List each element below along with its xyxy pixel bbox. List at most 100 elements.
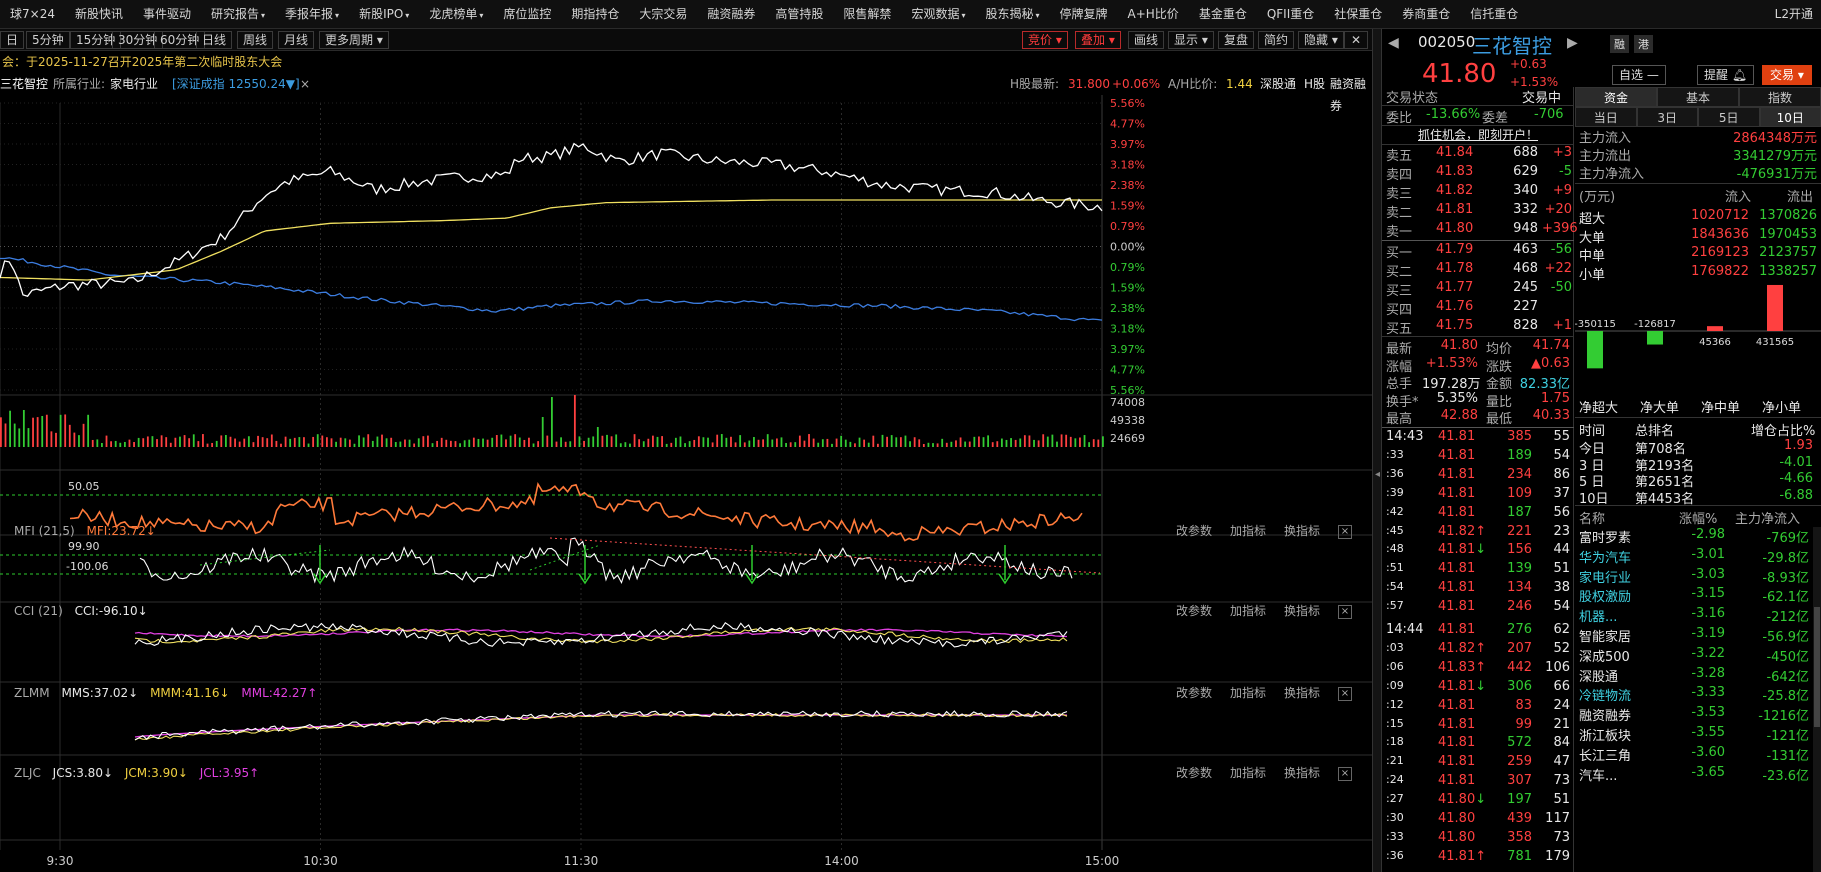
- fund-day-tab-3[interactable]: 10日: [1759, 107, 1821, 127]
- switch-indicator-button[interactable]: 换指标: [1284, 524, 1320, 538]
- close-icon[interactable]: ×: [1338, 524, 1352, 539]
- fund-day-tab-2[interactable]: 5日: [1698, 107, 1760, 127]
- l2-open-button[interactable]: L2开通: [1775, 0, 1813, 29]
- modify-params-button[interactable]: 改参数: [1176, 766, 1212, 780]
- period-more-button[interactable]: 更多周期 ▾: [319, 31, 389, 49]
- watchlist-button[interactable]: 自选 —: [1612, 65, 1666, 85]
- nav-item-18[interactable]: QFII重仓: [1257, 0, 1324, 29]
- nav-item-0[interactable]: 球7×24: [0, 0, 65, 29]
- close-icon[interactable]: ×: [300, 73, 310, 95]
- close-icon[interactable]: ×: [1338, 604, 1352, 619]
- modify-params-button[interactable]: 改参数: [1176, 524, 1212, 538]
- trade-button[interactable]: 交易 ▾: [1762, 65, 1812, 85]
- add-indicator-button[interactable]: 加指标: [1230, 604, 1266, 618]
- index-overlay[interactable]: [深证成指 12550.24▼]: [172, 73, 300, 95]
- add-indicator-button[interactable]: 加指标: [1230, 766, 1266, 780]
- buy-row-price[interactable]: 41.76: [1436, 299, 1473, 314]
- fund-day-tab-0[interactable]: 当日: [1575, 107, 1637, 127]
- nav-item-2[interactable]: 事件驱动: [133, 0, 201, 29]
- panel-splitter[interactable]: ◂: [1372, 29, 1382, 872]
- sell-row-change: +396: [1542, 221, 1578, 236]
- nav-item-12[interactable]: 限售解禁: [833, 0, 901, 29]
- sector-name[interactable]: 股权激励: [1579, 586, 1631, 605]
- add-indicator-button[interactable]: 加指标: [1230, 524, 1266, 538]
- sz-connect-link[interactable]: 深股通: [1260, 73, 1296, 95]
- nav-item-13[interactable]: 宏观数据 ▾: [901, 0, 975, 29]
- modify-params-button[interactable]: 改参数: [1176, 604, 1212, 618]
- nav-item-10[interactable]: 融资融券: [697, 0, 765, 29]
- overlay-button[interactable]: 叠加 ▾: [1075, 31, 1121, 49]
- intraday-chart[interactable]: 5.56% 4.77% 3.97% 3.18% 2.38% 1.59% 0.79% 0.00%…: [0, 95, 1372, 872]
- remind-button[interactable]: 提醒 🔔︎: [1697, 65, 1755, 85]
- sell-row-price[interactable]: 41.80: [1436, 221, 1473, 236]
- sector-name[interactable]: 冷链物流: [1579, 685, 1631, 704]
- modify-params-button[interactable]: 改参数: [1176, 686, 1212, 700]
- sector-name[interactable]: 华为汽车: [1579, 547, 1631, 566]
- close-icon[interactable]: ×: [1338, 766, 1352, 781]
- fund-tab-1[interactable]: 基本: [1657, 87, 1739, 107]
- open-account-ad[interactable]: 抓住机会，即刻开户！: [1418, 126, 1538, 143]
- buy-row-price[interactable]: 41.79: [1436, 242, 1473, 257]
- nav-item-17[interactable]: 基金重仓: [1189, 0, 1257, 29]
- h-share-link[interactable]: H股: [1304, 73, 1325, 95]
- nav-item-7[interactable]: 席位监控: [493, 0, 561, 29]
- nav-item-5[interactable]: 新股IPO ▾: [349, 0, 419, 29]
- sector-name[interactable]: 深股通: [1579, 666, 1618, 685]
- buy-row-price[interactable]: 41.78: [1436, 261, 1473, 276]
- prev-stock-icon[interactable]: ◀: [1388, 35, 1399, 51]
- close-icon[interactable]: ×: [1338, 686, 1352, 701]
- nav-item-15[interactable]: 停牌复牌: [1050, 0, 1118, 29]
- sell-row-price[interactable]: 41.82: [1436, 183, 1473, 198]
- simple-button[interactable]: 简约: [1258, 31, 1295, 49]
- period-day-prefix[interactable]: 日: [0, 31, 25, 49]
- nav-item-20[interactable]: 券商重仓: [1392, 0, 1460, 29]
- nav-item-21[interactable]: 信托重仓: [1460, 0, 1528, 29]
- nav-item-14[interactable]: 股东揭秘 ▾: [975, 0, 1049, 29]
- nav-item-1[interactable]: 新股快讯: [65, 0, 133, 29]
- sell-row-price[interactable]: 41.83: [1436, 164, 1473, 179]
- sector-name[interactable]: 机器...: [1579, 606, 1617, 625]
- collapse-arrow-icon[interactable]: ◂: [1375, 469, 1380, 480]
- fund-tab-0[interactable]: 资金: [1575, 87, 1657, 107]
- sector-name[interactable]: 融资融券: [1579, 705, 1631, 724]
- nav-item-6[interactable]: 龙虎榜单 ▾: [419, 0, 493, 29]
- period-daily[interactable]: 日线: [196, 31, 233, 49]
- sector-name[interactable]: 家电行业: [1579, 567, 1631, 586]
- draw-line-button[interactable]: 画线: [1128, 31, 1165, 49]
- nav-item-19[interactable]: 社保重仓: [1324, 0, 1392, 29]
- sector-name[interactable]: 深成500: [1579, 646, 1630, 665]
- nav-item-4[interactable]: 季报年报 ▾: [275, 0, 349, 29]
- switch-indicator-button[interactable]: 换指标: [1284, 604, 1320, 618]
- close-icon[interactable]: ✕: [1344, 31, 1368, 49]
- nav-item-16[interactable]: A+H比价: [1118, 0, 1189, 29]
- add-indicator-button[interactable]: 加指标: [1230, 686, 1266, 700]
- auction-button[interactable]: 竞价 ▾: [1022, 31, 1068, 49]
- announcement-banner[interactable]: 会：于2025-11-27召开2025年第二次临时股东大会: [0, 51, 1372, 73]
- sector-name[interactable]: 智能家居: [1579, 626, 1631, 645]
- sector-name[interactable]: 富时罗素: [1579, 527, 1631, 546]
- sell-row-price[interactable]: 41.84: [1436, 145, 1473, 160]
- sell-row-price[interactable]: 41.81: [1436, 202, 1473, 217]
- period-5min[interactable]: 5分钟: [26, 31, 70, 49]
- nav-item-3[interactable]: 研究报告 ▾: [201, 0, 275, 29]
- switch-indicator-button[interactable]: 换指标: [1284, 686, 1320, 700]
- switch-indicator-button[interactable]: 换指标: [1284, 766, 1320, 780]
- buy-row-price[interactable]: 41.77: [1436, 280, 1473, 295]
- hide-button[interactable]: 隐藏 ▾: [1298, 31, 1344, 49]
- nav-item-9[interactable]: 大宗交易: [629, 0, 697, 29]
- replay-button[interactable]: 复盘: [1218, 31, 1255, 49]
- sector-name[interactable]: 长江三角: [1579, 745, 1631, 764]
- period-monthly[interactable]: 月线: [278, 31, 315, 49]
- display-button[interactable]: 显示 ▾: [1168, 31, 1214, 49]
- sector-name[interactable]: 汽车...: [1579, 765, 1617, 784]
- scrollbar[interactable]: [1813, 527, 1821, 872]
- fund-tab-2[interactable]: 指数: [1739, 87, 1821, 107]
- sector-name[interactable]: 浙江板块: [1579, 725, 1631, 744]
- nav-item-11[interactable]: 高管持股: [765, 0, 833, 29]
- nav-item-8[interactable]: 期指持仓: [561, 0, 629, 29]
- industry-value[interactable]: 家电行业: [110, 73, 158, 95]
- fund-day-tab-1[interactable]: 3日: [1636, 107, 1698, 127]
- next-stock-icon[interactable]: ▶: [1567, 35, 1578, 51]
- period-weekly[interactable]: 周线: [237, 31, 274, 49]
- buy-row-price[interactable]: 41.75: [1436, 318, 1473, 333]
